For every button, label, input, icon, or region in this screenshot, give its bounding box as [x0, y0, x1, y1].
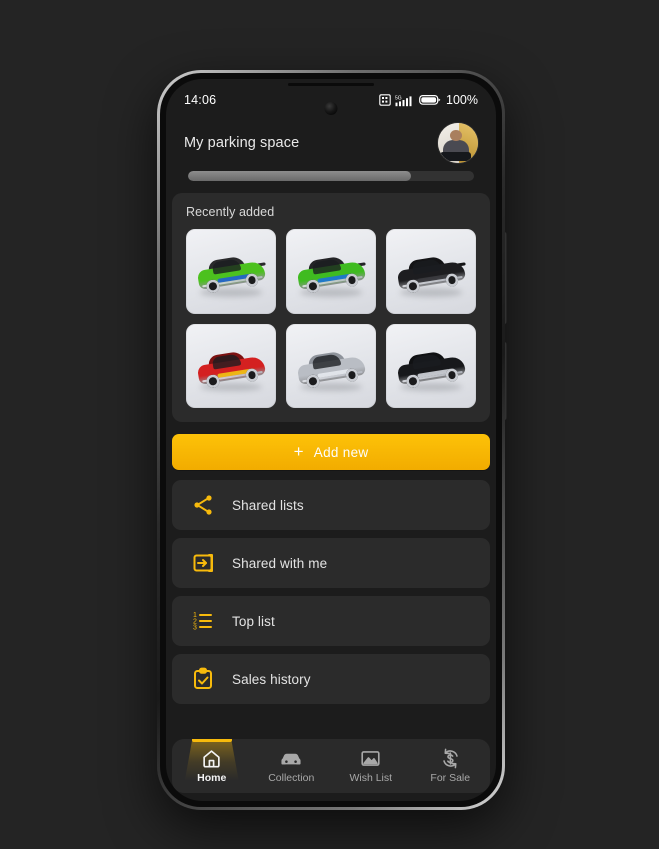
signal-bars-icon: 5G — [395, 94, 415, 107]
home-icon — [201, 749, 223, 769]
car-rear-wheel — [344, 273, 360, 288]
menu-item-label: Top list — [232, 613, 275, 629]
active-tab-indicator — [191, 739, 232, 742]
avatar[interactable] — [438, 123, 478, 163]
nav-item-label: Home — [197, 771, 227, 784]
numbered-list-icon: 123 — [190, 608, 216, 634]
car-icon — [280, 749, 302, 769]
add-new-label: Add new — [313, 444, 369, 460]
car-front-wheel — [305, 279, 321, 295]
add-new-button[interactable]: + Add new — [172, 434, 490, 471]
svg-text:5G: 5G — [395, 95, 402, 101]
phone-frame: 14:06 5G 100% My parking space Recently … — [157, 70, 505, 810]
recently-added-grid — [186, 229, 476, 409]
clipboard-check-icon — [190, 666, 216, 692]
front-camera-punch-hole — [324, 102, 338, 115]
nav-item-label: Collection — [268, 771, 315, 784]
plus-icon: + — [293, 442, 304, 462]
nav-item-for-sale[interactable]: For Sale — [411, 739, 491, 793]
car-card[interactable] — [186, 229, 276, 314]
menu-item-label: Shared with me — [232, 555, 328, 571]
status-bar-clock: 14:06 — [184, 93, 217, 107]
car-front-wheel — [205, 279, 221, 295]
phone-screen: 14:06 5G 100% My parking space Recently … — [166, 79, 496, 801]
car-front-wheel — [305, 374, 321, 389]
menu-item-shared-with-me[interactable]: Shared with me — [172, 538, 490, 589]
image-icon — [360, 749, 382, 769]
page-title: My parking space — [184, 135, 300, 151]
nav-item-label: For Sale — [430, 771, 471, 784]
app-header: My parking space — [166, 117, 496, 165]
avatar-laptop — [440, 151, 471, 162]
car-card[interactable] — [186, 323, 276, 409]
car-card[interactable] — [286, 229, 376, 314]
progress-fill — [188, 171, 412, 181]
nav-item-label: Wish List — [349, 771, 393, 784]
nav-item-wish-list[interactable]: Wish List — [331, 739, 411, 793]
svg-text:3: 3 — [193, 625, 197, 632]
share-nodes-icon — [190, 492, 216, 518]
car-front-wheel — [205, 374, 221, 389]
section-title-recently-added: Recently added — [186, 205, 275, 219]
phone-bezel: 14:06 5G 100% My parking space Recently … — [160, 73, 502, 807]
progress-track[interactable] — [188, 171, 474, 181]
nav-item-collection[interactable]: Collection — [252, 739, 332, 793]
status-bar-indicators: 5G 100% — [379, 93, 478, 107]
progress-bar-container[interactable] — [166, 165, 496, 193]
bottom-navigation-bar: Home Collection Wish List For Sale — [172, 739, 490, 793]
car-rear-wheel — [444, 273, 460, 288]
menu-item-label: Sales history — [232, 671, 311, 687]
car-front-wheel — [405, 279, 421, 295]
car-card[interactable] — [386, 323, 476, 409]
nav-item-home[interactable]: Home — [172, 739, 252, 793]
car-card[interactable] — [386, 229, 476, 314]
menu-item-label: Shared lists — [232, 497, 304, 513]
menu-list: Shared lists Shared with me 1 2 3 Top list Sal… — [172, 480, 490, 705]
menu-item-shared-lists[interactable]: Shared lists — [172, 480, 490, 531]
car-front-wheel — [405, 374, 421, 389]
menu-item-sales-history[interactable]: Sales history — [172, 654, 490, 705]
battery-percent-label: 100% — [446, 93, 478, 107]
menu-item-top-list[interactable]: 1 2 3 Top list — [172, 596, 490, 647]
screenshot-stage: 14:06 5G 100% My parking space Recently … — [0, 0, 659, 849]
car-card[interactable] — [286, 323, 376, 409]
arrow-into-box-icon — [190, 550, 216, 576]
dollar-sync-icon — [439, 748, 461, 769]
recently-added-panel: Recently added — [172, 193, 490, 423]
sim-card-icon — [379, 94, 391, 106]
car-rear-wheel — [244, 273, 260, 288]
battery-icon — [419, 94, 441, 106]
